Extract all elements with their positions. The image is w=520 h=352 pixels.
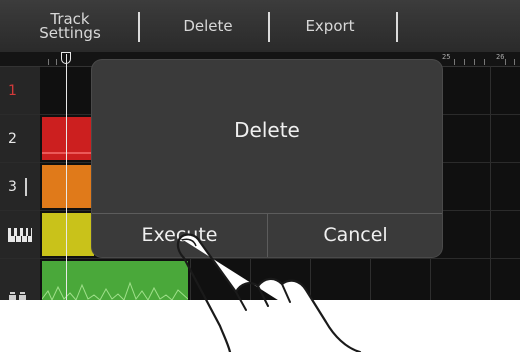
delete-menu-label: Delete <box>183 17 233 35</box>
ruler-tick <box>48 59 49 65</box>
top-menu-bar: Track Settings Delete Export <box>0 0 520 52</box>
menu-separator <box>396 12 398 42</box>
ruler-number: 25 <box>442 53 451 61</box>
dialog-title: Delete <box>234 118 300 142</box>
track-region[interactable] <box>42 213 94 256</box>
track-number: 1 <box>8 82 17 99</box>
delete-confirm-dialog: Delete Execute Cancel <box>92 60 442 257</box>
ruler-tick <box>505 59 506 65</box>
menu-separator <box>138 12 140 42</box>
track-label-2[interactable]: 2 <box>0 115 40 162</box>
export-menu-button[interactable]: Export <box>270 0 390 52</box>
ruler-tick <box>514 59 515 65</box>
export-menu-label: Export <box>305 17 355 35</box>
track-number: 2 <box>8 130 17 147</box>
ruler-tick <box>484 59 485 65</box>
ruler-number: 26 <box>496 53 505 61</box>
playhead-line <box>66 54 67 300</box>
track-region[interactable] <box>42 165 94 208</box>
waveform <box>42 152 92 154</box>
pointing-hand-icon <box>176 233 362 352</box>
playhead-handle[interactable] <box>61 52 71 64</box>
ruler-tick <box>454 59 455 65</box>
track-settings-button[interactable]: Track Settings <box>10 0 130 52</box>
drum-icon <box>9 292 26 300</box>
track-number: 3 <box>8 178 17 195</box>
track-label-1[interactable]: 1 <box>0 67 40 114</box>
delete-menu-button[interactable]: Delete <box>148 0 268 52</box>
ruler-tick <box>464 59 465 65</box>
track-settings-label-line2: Settings <box>39 24 101 42</box>
piano-keys-icon <box>8 227 32 242</box>
level-meter <box>24 177 27 196</box>
track-label-4[interactable] <box>0 211 40 258</box>
track-label-5[interactable] <box>0 259 40 300</box>
ruler-tick <box>474 59 475 65</box>
track-label-3[interactable]: 3 <box>0 163 40 210</box>
ruler-tick <box>56 59 57 65</box>
